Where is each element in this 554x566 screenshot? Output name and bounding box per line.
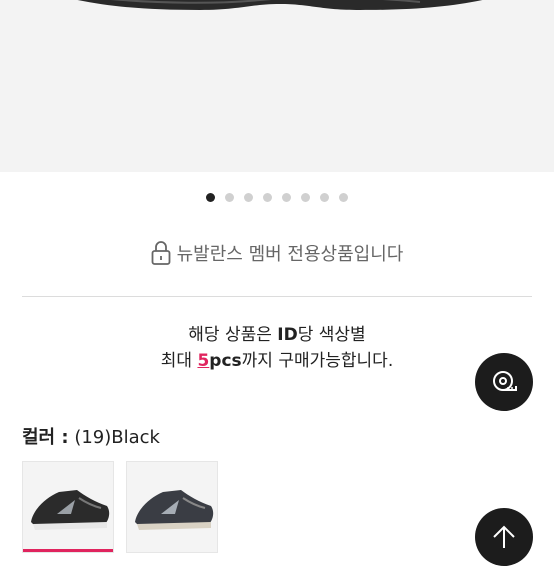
shoe-image bbox=[77, 0, 483, 10]
product-image-gallery[interactable] bbox=[0, 0, 554, 172]
member-only-text: 뉴발란스 멤버 전용상품입니다 bbox=[176, 244, 404, 265]
tape-measure-icon bbox=[493, 371, 517, 391]
gallery-dot[interactable] bbox=[301, 193, 310, 202]
divider bbox=[22, 296, 532, 297]
gallery-dot[interactable] bbox=[206, 193, 215, 202]
arrow-up-icon bbox=[493, 525, 515, 548]
gallery-dot[interactable] bbox=[320, 193, 329, 202]
gallery-pagination bbox=[0, 193, 554, 202]
shoe-thumbnail bbox=[31, 490, 110, 530]
gallery-dot[interactable] bbox=[263, 193, 272, 202]
purchase-limit-notice: 해당 상품은 ID당 색상별 최대 5pcs까지 구매가능합니다. bbox=[160, 325, 394, 371]
gallery-dot[interactable] bbox=[339, 193, 348, 202]
limit-count: 5 bbox=[197, 351, 210, 371]
gallery-dot[interactable] bbox=[282, 193, 291, 202]
gallery-dot[interactable] bbox=[225, 193, 234, 202]
swatch-selected-indicator bbox=[23, 549, 113, 552]
scroll-to-top-button[interactable] bbox=[475, 508, 533, 566]
gallery-dot[interactable] bbox=[244, 193, 253, 202]
color-swatch-black[interactable] bbox=[22, 461, 114, 553]
color-swatch-black-alt[interactable] bbox=[126, 461, 218, 553]
selected-color: (19)Black bbox=[74, 427, 160, 448]
shoe-thumbnail bbox=[135, 490, 214, 530]
lock-icon bbox=[151, 241, 171, 265]
size-guide-button[interactable] bbox=[475, 353, 533, 411]
member-only-notice: 뉴발란스 멤버 전용상품입니다 bbox=[0, 240, 554, 266]
color-label: 컬러 : (19)Black bbox=[22, 427, 160, 448]
color-swatch-list bbox=[22, 461, 218, 553]
